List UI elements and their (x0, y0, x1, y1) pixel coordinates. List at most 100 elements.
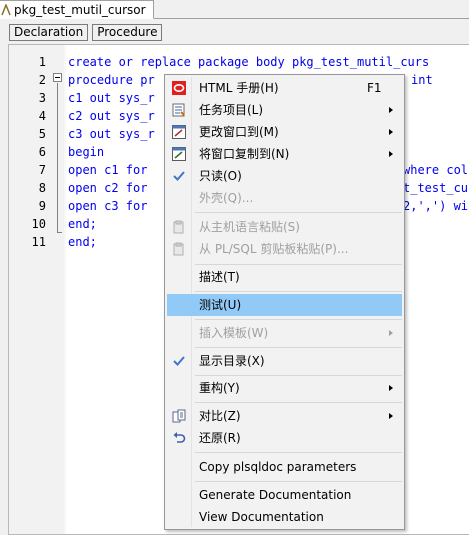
menu-item-label: 任务项目(L) (199, 103, 264, 117)
fold-collapse-icon[interactable] (53, 73, 62, 82)
line-number: 1 (38, 55, 46, 69)
menu-item-generate-documentation[interactable]: Generate Documentation (167, 484, 402, 506)
submenu-arrow-icon (389, 151, 393, 157)
menu-item-label: View Documentation (199, 510, 324, 524)
menu-item-test[interactable]: 测试(U) (167, 294, 402, 316)
menu-item-label: 更改窗口到(M) (199, 125, 279, 139)
menu-item-label: 插入模板(W) (199, 326, 269, 340)
menu-separator (195, 452, 402, 453)
line-number-gutter: 1 2 3 4 5 6 7 8 9 10 11 (9, 45, 64, 534)
editor-subtabs: Declaration Procedure (9, 24, 163, 41)
code-line-8: open c2 for (68, 181, 148, 195)
code-line-10: end; (68, 217, 97, 231)
menu-item-label: 从主机语言粘贴(S) (199, 220, 300, 234)
gutter-separator (64, 45, 66, 534)
menu-item-label: 显示目录(X) (199, 354, 265, 368)
line-number: 2 (38, 73, 46, 87)
line-number: 3 (38, 91, 46, 105)
code-line-7-tail: where col (403, 163, 469, 177)
menu-item-html-help[interactable]: HTML 手册(H) F1 (167, 77, 402, 99)
menu-item-label: 从 PL/SQL 剪贴板粘贴(P)... (199, 242, 349, 256)
code-line-4: c2 out sys_r (68, 109, 155, 123)
code-line-5: c3 out sys_r (68, 127, 155, 141)
menu-separator (195, 212, 402, 213)
document-tab-title: pkg_test_mutil_cursor (14, 2, 146, 17)
menu-item-label: Generate Documentation (199, 488, 352, 502)
code-line-9-tail: 2,',') wi (403, 199, 469, 213)
menu-item-paste-host-language[interactable]: 从主机语言粘贴(S) (167, 216, 402, 238)
menu-item-revert[interactable]: 还原(R) (167, 427, 402, 449)
submenu-arrow-icon (389, 385, 393, 391)
context-menu: HTML 手册(H) F1 任务项目(L) 更改窗口到(M) 将窗口复制到(N)… (164, 74, 405, 530)
menu-item-refactor[interactable]: 重构(Y) (167, 377, 402, 399)
compare-icon (171, 408, 187, 424)
menu-separator (195, 291, 402, 292)
window-change-icon (171, 124, 187, 140)
menu-item-label: 对比(Z) (199, 409, 241, 423)
line-number: 8 (38, 181, 46, 195)
code-line-3: c1 out sys_r (68, 91, 155, 105)
submenu-arrow-icon (389, 413, 393, 419)
menu-item-paste-plsql-clipboard[interactable]: 从 PL/SQL 剪贴板粘贴(P)... (167, 238, 402, 260)
code-line-7: open c1 for (68, 163, 148, 177)
menu-item-show-contents[interactable]: 显示目录(X) (167, 350, 402, 372)
line-number: 4 (38, 109, 46, 123)
menu-separator (195, 375, 402, 376)
code-line-2: procedure pr (68, 73, 155, 87)
menu-item-view-documentation[interactable]: View Documentation (167, 506, 402, 528)
code-line-11: end; (68, 235, 97, 249)
menu-item-read-only[interactable]: 只读(O) (167, 165, 402, 187)
code-line-2-tail: int (411, 73, 433, 87)
code-line-6: begin (68, 145, 105, 159)
menu-item-label: HTML 手册(H) (199, 81, 279, 95)
line-number: 10 (31, 217, 46, 231)
menu-item-shortcut: F1 (367, 81, 382, 95)
menu-item-label: 重构(Y) (199, 381, 240, 395)
declaration-tab[interactable]: Declaration (9, 24, 89, 41)
menu-item-label: 描述(T) (199, 270, 240, 284)
menu-item-label: 将窗口复制到(N) (199, 147, 290, 161)
line-number: 5 (38, 127, 46, 141)
menu-item-label: Copy plsqldoc parameters (199, 460, 357, 474)
document-tab-strip: pkg_test_mutil_cursor (0, 0, 469, 19)
line-number: 9 (38, 199, 46, 213)
submenu-arrow-icon (389, 330, 393, 336)
paste-icon (171, 241, 187, 257)
menu-item-compare[interactable]: 对比(Z) (167, 405, 402, 427)
checkmark-icon (171, 168, 187, 184)
line-number: 11 (31, 235, 46, 249)
procedure-tab[interactable]: Procedure (92, 24, 163, 41)
document-icon (1, 4, 11, 16)
menu-item-describe[interactable]: 描述(T) (167, 266, 402, 288)
menu-item-label: 测试(U) (199, 298, 242, 312)
undo-icon (171, 430, 187, 446)
code-line-1: create or replace package body pkg_test_… (68, 55, 430, 69)
code-line-9: open c3 for (68, 199, 148, 213)
menu-item-label: 外壳(Q)... (199, 191, 254, 205)
task-icon (171, 102, 187, 118)
menu-separator (195, 347, 402, 348)
menu-item-shell[interactable]: 外壳(Q)... (167, 187, 402, 209)
fold-line (57, 83, 58, 233)
fold-end (57, 232, 62, 233)
menu-item-label: 只读(O) (199, 169, 242, 183)
menu-separator (195, 319, 402, 320)
menu-separator (195, 264, 402, 265)
code-line-8-tail: t_test_cu (403, 181, 469, 195)
menu-item-task-items[interactable]: 任务项目(L) (167, 99, 402, 121)
menu-item-change-window[interactable]: 更改窗口到(M) (167, 121, 402, 143)
document-tab[interactable]: pkg_test_mutil_cursor (0, 0, 154, 19)
menu-item-copy-window[interactable]: 将窗口复制到(N) (167, 143, 402, 165)
paste-icon (171, 219, 187, 235)
menu-item-copy-plsqldoc-parameters[interactable]: Copy plsqldoc parameters (167, 456, 402, 478)
window-copy-icon (171, 146, 187, 162)
line-number: 7 (38, 163, 46, 177)
menu-separator (195, 402, 402, 403)
submenu-arrow-icon (389, 107, 393, 113)
submenu-arrow-icon (389, 129, 393, 135)
html-help-icon (171, 80, 187, 96)
line-number: 6 (38, 145, 46, 159)
menu-item-label: 还原(R) (199, 431, 241, 445)
checkmark-icon (171, 353, 187, 369)
menu-item-insert-template[interactable]: 插入模板(W) (167, 322, 402, 344)
